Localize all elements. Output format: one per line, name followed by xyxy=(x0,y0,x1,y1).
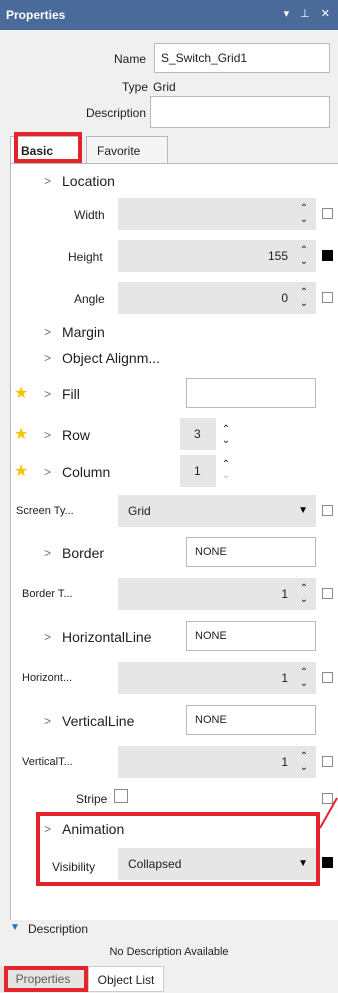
type-value: Grid xyxy=(153,80,176,94)
border-thickness-label: Border T... xyxy=(22,588,73,600)
horizontal-thickness-label: Horizont... xyxy=(22,672,73,684)
height-value: 155 xyxy=(267,249,288,263)
width-checkbox[interactable] xyxy=(322,208,333,219)
vertical-thickness-value: 1 xyxy=(281,755,288,769)
border-thickness-field[interactable]: 1 ⌃ ⌄ xyxy=(118,578,316,610)
row-value: 3 xyxy=(194,427,201,441)
screen-type-dropdown[interactable]: Grid ▼ xyxy=(118,495,316,527)
vertical-thickness-checkbox[interactable] xyxy=(322,756,333,767)
angle-spinner[interactable]: ⌃ ⌄ xyxy=(296,287,312,309)
vertical-thickness-spinner[interactable]: ⌃ ⌄ xyxy=(296,751,312,773)
annotation-arrow-line xyxy=(319,797,338,829)
vertical-line-value: NONE xyxy=(195,714,227,726)
chevron-right-icon[interactable]: > xyxy=(44,174,51,188)
border-thickness-checkbox[interactable] xyxy=(322,588,333,599)
border-field[interactable]: NONE xyxy=(186,537,316,567)
name-label: Name xyxy=(113,52,146,66)
visibility-checkbox[interactable] xyxy=(322,857,333,868)
angle-checkbox[interactable] xyxy=(322,292,333,303)
height-spinner[interactable]: ⌃ ⌄ xyxy=(296,245,312,267)
favorite-star-icon[interactable]: ★ xyxy=(14,424,28,444)
chevron-right-icon[interactable]: > xyxy=(44,465,51,479)
horizontal-line-field[interactable]: NONE xyxy=(186,621,316,651)
screen-type-value: Grid xyxy=(128,504,151,518)
width-label: Width xyxy=(74,208,105,222)
chevron-right-icon[interactable]: > xyxy=(44,630,51,644)
border-thickness-spinner[interactable]: ⌃ ⌄ xyxy=(296,583,312,605)
type-label: Type xyxy=(121,80,148,94)
chevron-down-icon[interactable]: ▼ xyxy=(10,922,20,933)
horizontal-line-value: NONE xyxy=(195,630,227,642)
horizontal-thickness-spinner[interactable]: ⌃ ⌄ xyxy=(296,667,312,689)
border-thickness-value: 1 xyxy=(281,587,288,601)
chevron-right-icon[interactable]: > xyxy=(44,387,51,401)
tab-favorite[interactable]: Favorite xyxy=(86,136,168,164)
row-group[interactable]: Row xyxy=(62,427,90,443)
horizontal-thickness-field[interactable]: 1 ⌃ ⌄ xyxy=(118,662,316,694)
row-spinner[interactable]: ⌃ ⌄ xyxy=(218,424,234,446)
object-alignment-group[interactable]: Object Alignm... xyxy=(62,350,160,366)
angle-label: Angle xyxy=(74,292,105,306)
favorite-star-icon[interactable]: ★ xyxy=(14,461,28,481)
border-group[interactable]: Border xyxy=(62,545,104,561)
chevron-right-icon[interactable]: > xyxy=(44,428,51,442)
no-description-text: No Description Available xyxy=(109,946,229,958)
vertical-line-field[interactable]: NONE xyxy=(186,705,316,735)
margin-group[interactable]: Margin xyxy=(62,324,105,340)
panel-title: Properties xyxy=(6,8,66,22)
name-field[interactable]: S_Switch_Grid1 xyxy=(154,43,330,73)
chevron-right-icon[interactable]: > xyxy=(44,546,51,560)
screen-type-checkbox[interactable] xyxy=(322,505,333,516)
height-checkbox[interactable] xyxy=(322,250,333,261)
vertical-line-group[interactable]: VerticalLine xyxy=(62,713,134,729)
panel-title-bar: Properties ▾ ⊥ ✕ xyxy=(0,0,338,30)
screen-type-label: Screen Ty... xyxy=(16,505,74,517)
favorite-star-icon[interactable]: ★ xyxy=(14,383,28,403)
stripe-label: Stripe xyxy=(76,792,108,806)
angle-value: 0 xyxy=(281,291,288,305)
basic-tab-highlight xyxy=(14,132,82,163)
vertical-thickness-label: VerticalT... xyxy=(22,756,73,768)
column-spinner[interactable]: ⌃ ⌄ xyxy=(218,459,234,481)
name-value: S_Switch_Grid1 xyxy=(161,51,248,65)
horizontal-thickness-value: 1 xyxy=(281,671,288,685)
row-field[interactable]: 3 xyxy=(180,418,216,450)
tab-object-list[interactable]: Object List xyxy=(88,966,164,992)
width-spinner[interactable]: ⌃ ⌄ xyxy=(296,203,312,225)
description-field[interactable] xyxy=(150,96,330,128)
properties-tab-highlight xyxy=(4,966,88,992)
height-label: Height xyxy=(68,250,103,264)
width-field[interactable]: ⌃ ⌄ xyxy=(118,198,316,230)
column-group[interactable]: Column xyxy=(62,464,110,480)
location-group[interactable]: Location xyxy=(62,173,115,189)
fill-field[interactable] xyxy=(186,378,316,408)
window-controls[interactable]: ▾ ⊥ ✕ xyxy=(284,7,334,20)
horizontal-line-group[interactable]: HorizontalLine xyxy=(62,629,152,645)
description-header[interactable]: Description xyxy=(28,922,88,936)
chevron-right-icon[interactable]: > xyxy=(44,714,51,728)
fill-group[interactable]: Fill xyxy=(62,386,80,402)
chevron-right-icon[interactable]: > xyxy=(44,351,51,365)
height-field[interactable]: 155 ⌃ ⌄ xyxy=(118,240,316,272)
horizontal-thickness-checkbox[interactable] xyxy=(322,672,333,683)
dropdown-arrow-icon: ▼ xyxy=(298,505,308,516)
animation-highlight xyxy=(36,812,320,886)
chevron-right-icon[interactable]: > xyxy=(44,325,51,339)
vertical-thickness-field[interactable]: 1 ⌃ ⌄ xyxy=(118,746,316,778)
border-value: NONE xyxy=(195,546,227,558)
column-value: 1 xyxy=(194,464,201,478)
column-field[interactable]: 1 xyxy=(180,455,216,487)
description-label: Description xyxy=(85,106,146,120)
angle-field[interactable]: 0 ⌃ ⌄ xyxy=(118,282,316,314)
stripe-checkbox[interactable] xyxy=(114,789,128,803)
